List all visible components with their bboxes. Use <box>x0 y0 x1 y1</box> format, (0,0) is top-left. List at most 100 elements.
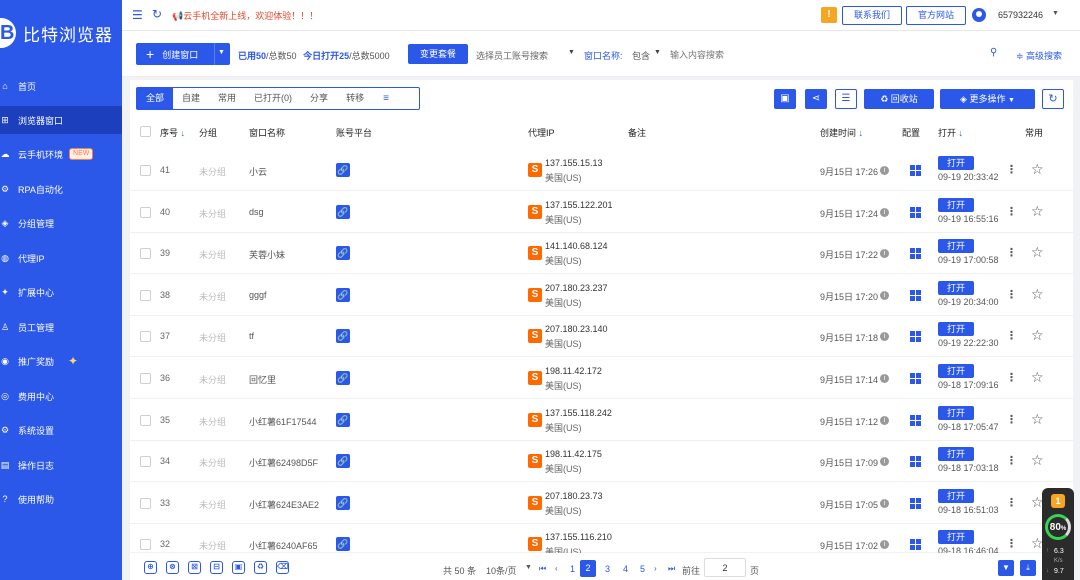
search-icon[interactable]: ⚲ <box>990 47 997 58</box>
row-window-name[interactable]: 小云 <box>249 165 267 178</box>
table-row[interactable]: 39 未分组 芙蓉小妹 🔗 S 141.140.68.124 美国(US) 9月15日 17:… <box>130 233 1073 275</box>
table-row[interactable]: 36 未分组 回忆里 🔗 S 198.11.42.172 美国(US) 9月15日 17:14… <box>130 358 1073 399</box>
last-page-icon[interactable]: ⏭ <box>668 564 675 574</box>
employee-select[interactable]: 选择员工账号搜索 <box>476 49 548 62</box>
platform-link-icon[interactable]: 🔗 <box>336 329 350 344</box>
open-browser-button[interactable]: 打开 <box>938 364 974 378</box>
info-icon[interactable]: i <box>880 249 889 259</box>
sidebar-item-0[interactable]: ⌂ 首页 <box>0 72 122 100</box>
page-size-select[interactable]: 10条/页 <box>486 564 517 577</box>
table-row[interactable]: 33 未分组 小红薯624E3AE2 🔗 S 207.180.23.73 美国(US) 9月1… <box>130 483 1073 524</box>
refresh-list-icon[interactable]: ↻ <box>1042 89 1064 109</box>
open-browser-button[interactable]: 打开 <box>938 197 974 212</box>
recycle-bin-button[interactable]: ♻ 回收站 <box>864 89 934 109</box>
sidebar-item-5[interactable]: ◍ 代理IP <box>0 244 122 272</box>
prev-page-icon[interactable]: ‹ <box>555 564 558 573</box>
sidebar-item-1[interactable]: ⊞ 浏览器窗口 <box>0 106 122 134</box>
col-open[interactable]: 打开 ↓ <box>938 126 963 139</box>
create-window-button[interactable]: + 创建窗口 ▼ <box>136 43 230 65</box>
system-monitor-widget[interactable]: 1 80% ↑ 6.3 K/s ↓ 9.7 <box>1042 488 1074 580</box>
info-icon[interactable]: i <box>880 290 889 300</box>
page-2[interactable]: 2 <box>580 560 596 577</box>
star-icon[interactable]: ☆ <box>1031 244 1044 261</box>
open-browser-button[interactable]: 打开 <box>938 447 974 462</box>
info-icon[interactable]: i <box>880 374 889 383</box>
row-checkbox[interactable] <box>140 497 151 509</box>
table-row[interactable]: 37 未分组 tf 🔗 S 207.180.23.140 美国(US) 9月15日 17:18… <box>130 316 1073 358</box>
tab-4[interactable]: 分享 <box>301 88 337 109</box>
employee-select-chevron-down-icon[interactable]: ▼ <box>568 49 575 56</box>
row-checkbox[interactable] <box>140 206 151 218</box>
info-icon[interactable]: i <box>880 540 889 550</box>
sidebar-item-7[interactable]: ♙ 员工管理 <box>0 313 122 341</box>
platform-link-icon[interactable]: 🔗 <box>336 495 350 510</box>
close-circle-icon[interactable]: ⊗ <box>166 561 179 574</box>
star-icon[interactable]: ☆ <box>1031 203 1044 220</box>
row-checkbox[interactable] <box>140 373 151 384</box>
row-window-name[interactable]: 小红薯624E3AE2 <box>249 498 319 511</box>
platform-link-icon[interactable]: 🔗 <box>336 537 350 552</box>
platform-link-icon[interactable]: 🔗 <box>336 454 350 469</box>
user-id[interactable]: 657932246 <box>998 10 1043 20</box>
row-window-name[interactable]: tf <box>249 331 254 341</box>
announcement[interactable]: 📢云手机全新上线，欢迎体验！！！ <box>172 9 318 22</box>
scroll-bottom-icon[interactable]: ⤓ <box>1020 560 1036 576</box>
row-window-name[interactable]: dsg <box>249 207 264 217</box>
close-square-icon[interactable]: ⊠ <box>188 561 201 574</box>
row-checkbox[interactable] <box>140 331 151 343</box>
advanced-search-button[interactable]: ≑ 高级搜索 <box>1016 49 1062 62</box>
row-window-name[interactable]: 回忆里 <box>249 373 276 386</box>
more-vertical-icon[interactable]: ⋮ <box>1006 371 1017 384</box>
row-checkbox[interactable] <box>140 165 151 176</box>
info-icon[interactable]: i <box>880 415 889 425</box>
goto-page-input[interactable] <box>704 558 746 577</box>
table-row[interactable]: 35 未分组 小红薯61F17544 🔗 S 137.155.118.242 美国(US) 9… <box>130 400 1073 441</box>
platform-link-icon[interactable]: 🔗 <box>336 412 350 427</box>
window-icon[interactable]: ▣ <box>232 561 245 574</box>
app-logo[interactable]: B 比特浏览器 <box>0 18 113 48</box>
more-vertical-icon[interactable]: ⋮ <box>1006 205 1017 218</box>
more-vertical-icon[interactable]: ⋮ <box>1006 496 1017 509</box>
tab-menu-icon[interactable]: ≡ <box>373 88 399 109</box>
table-row[interactable]: 41 未分组 小云 🔗 S 137.155.15.13 美国(US) 9月15日 17:26 i… <box>130 150 1073 191</box>
info-icon[interactable]: i <box>880 332 889 342</box>
first-page-icon[interactable]: ⏮ <box>539 564 546 574</box>
platform-link-icon[interactable]: 🔗 <box>336 287 350 302</box>
star-icon[interactable]: ☆ <box>1031 161 1044 178</box>
star-icon[interactable]: ☆ <box>1031 286 1044 303</box>
row-window-name[interactable]: 芙蓉小妹 <box>249 248 285 261</box>
page-1[interactable]: 1 <box>570 564 575 574</box>
row-checkbox[interactable] <box>140 539 151 551</box>
info-icon[interactable]: i <box>880 457 889 467</box>
warning-icon[interactable]: ! <box>821 7 837 23</box>
save-icon[interactable]: ▣ <box>774 89 796 109</box>
table-row[interactable]: 34 未分组 小红薯62498D5F 🔗 S 198.11.42.175 美国(US) 9月1… <box>130 441 1073 483</box>
star-icon[interactable]: ☆ <box>1031 452 1044 469</box>
page-5[interactable]: 5 <box>640 564 645 574</box>
col-created[interactable]: 创建时间 ↓ <box>820 126 863 139</box>
contact-us-button[interactable]: 联系我们 <box>842 6 902 25</box>
sidebar-item-4[interactable]: ◈ 分组管理 <box>0 209 122 237</box>
page-3[interactable]: 3 <box>605 564 610 574</box>
sidebar-item-10[interactable]: ⚙ 系统设置 <box>0 416 122 444</box>
match-mode-select[interactable]: 包含 <box>632 49 650 62</box>
sidebar-item-2[interactable]: ☁ 云手机环境 NEW <box>0 140 122 168</box>
row-checkbox[interactable] <box>140 456 151 468</box>
platform-link-icon[interactable]: 🔗 <box>336 163 350 177</box>
tab-0[interactable]: 全部 <box>137 88 174 109</box>
open-browser-button[interactable]: 打开 <box>938 280 974 295</box>
tab-1[interactable]: 自建 <box>173 88 209 109</box>
select-all-checkbox[interactable] <box>140 126 151 137</box>
sidebar-item-11[interactable]: ▤ 操作日志 <box>0 451 122 479</box>
row-checkbox[interactable] <box>140 248 151 260</box>
more-vertical-icon[interactable]: ⋮ <box>1006 288 1017 301</box>
open-browser-button[interactable]: 打开 <box>938 322 974 337</box>
next-page-icon[interactable]: › <box>654 564 657 573</box>
more-vertical-icon[interactable]: ⋮ <box>1006 163 1017 176</box>
info-icon[interactable]: i <box>880 207 889 217</box>
user-menu-chevron-down-icon[interactable]: ▼ <box>1052 10 1059 17</box>
print-icon[interactable]: ⊟ <box>210 561 223 574</box>
platform-link-icon[interactable]: 🔗 <box>336 246 350 261</box>
column-layout-icon[interactable]: ☰ <box>835 89 857 109</box>
open-browser-button[interactable]: 打开 <box>938 405 974 420</box>
